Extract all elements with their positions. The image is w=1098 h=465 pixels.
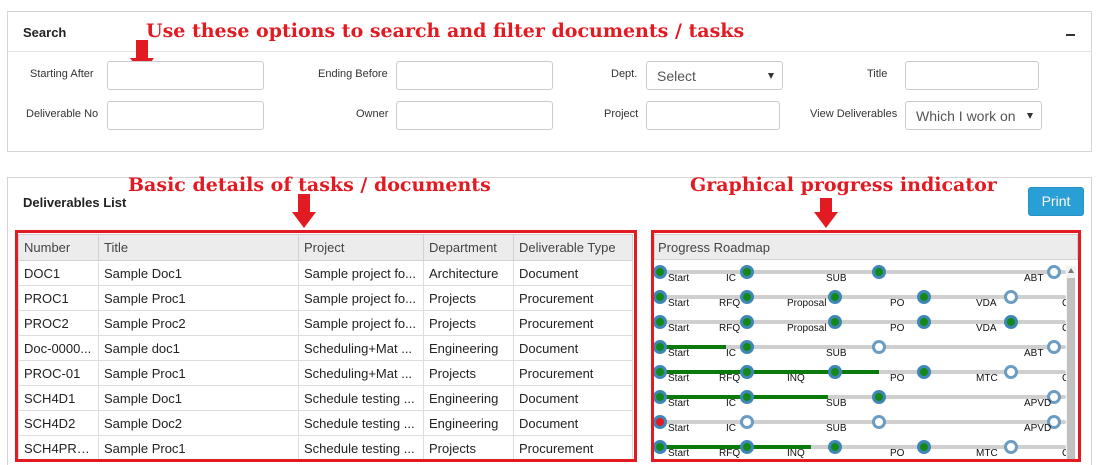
project-input[interactable]: [646, 101, 780, 130]
search-title: Search: [23, 25, 67, 40]
starting-after-label: Starting After: [30, 68, 94, 80]
deliverable-no-label: Deliverable No: [26, 108, 99, 120]
chevron-down-icon: [1027, 113, 1033, 119]
search-annotation: Use these options to search and filter d…: [146, 20, 745, 42]
ending-before-label: Ending Before: [318, 68, 388, 80]
list-annotation: Basic details of tasks / documents: [128, 174, 491, 196]
dept-label: Dept.: [611, 68, 638, 80]
project-label: Project: [604, 108, 639, 120]
list-arrow-icon: [292, 194, 316, 232]
view-deliverables-select[interactable]: Which I work on: [905, 101, 1042, 130]
chevron-down-icon: [768, 73, 774, 79]
view-deliverables-label: View Deliverables: [810, 108, 898, 120]
ending-before-input[interactable]: [396, 61, 553, 90]
title-input[interactable]: [905, 61, 1039, 90]
collapse-icon[interactable]: [1066, 34, 1075, 36]
dept-select[interactable]: Select: [646, 61, 783, 90]
owner-label: Owner: [356, 108, 389, 120]
deliverable-no-input[interactable]: [107, 101, 264, 130]
deliverables-title: Deliverables List: [23, 195, 127, 210]
owner-input[interactable]: [396, 101, 553, 130]
title-label: Title: [867, 68, 888, 80]
print-button[interactable]: Print: [1028, 187, 1084, 216]
dept-select-value: Select: [657, 68, 696, 84]
progress-annotation: Graphical progress indicator: [690, 174, 997, 196]
list-highlight-frame: [15, 230, 637, 462]
progress-highlight-frame: [651, 230, 1081, 462]
view-deliverables-value: Which I work on: [916, 108, 1016, 124]
starting-after-input[interactable]: [107, 61, 264, 90]
